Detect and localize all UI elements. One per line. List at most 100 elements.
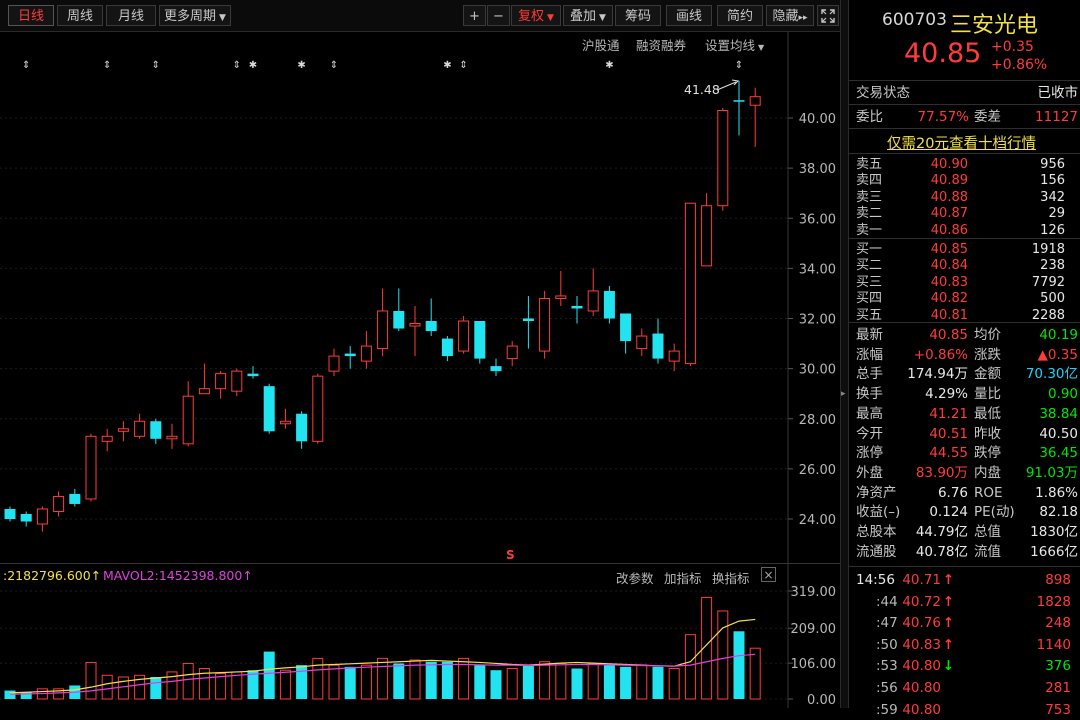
volume-bar-down [393, 663, 405, 699]
tick-time: :56 [876, 680, 898, 696]
up-arrow-icon: ↑ [942, 636, 954, 653]
volume-bar-up [117, 676, 129, 700]
candle-body-down [393, 310, 405, 329]
adjust-button[interactable]: 复权 ▼ [511, 5, 561, 26]
candle-body-up [117, 428, 129, 432]
divider [849, 80, 1080, 81]
tick-volume: 376 [1045, 658, 1071, 675]
tick-volume: 248 [1045, 615, 1071, 632]
switch-indicator-button[interactable]: 换指标 [712, 568, 750, 587]
tick-time: 14:56 [856, 572, 895, 588]
ask-level-label: 卖二 [856, 206, 883, 222]
stat-label: PE(动) [974, 504, 1015, 521]
level2-promo-link[interactable]: 仅需20元查看十档行情 [887, 132, 1036, 153]
volume-bar-up [539, 661, 551, 700]
tab-monthly[interactable]: 月线 [106, 5, 156, 26]
stat-value: 40.50 [1039, 425, 1078, 442]
tick-price: 40.83 [902, 636, 941, 653]
ask-level-label: 卖五 [856, 157, 883, 172]
candle-body-up [636, 335, 648, 350]
status-label: 交易状态 [856, 85, 910, 101]
stat-value: 40.85 [929, 327, 968, 343]
event-marker-icon: ✱ [443, 60, 451, 71]
simple-button[interactable]: 简约 [717, 5, 763, 26]
candlestick-chart[interactable]: 40.00 38.00 36.00 34.00 32.00 30.00 28.00 26.00… [0, 31, 840, 708]
double-chevron-right-icon: ▸▸ [798, 13, 808, 23]
add-indicator-button[interactable]: 加指标 [664, 568, 702, 587]
tick-time: :44 [876, 593, 898, 610]
tick-price: 40.80 [902, 680, 941, 696]
bid-row[interactable]: 买二 40.84 238 [849, 258, 1080, 274]
zoom-in-button[interactable]: + [463, 5, 486, 26]
ma-settings-button[interactable]: 设置均线 ▼ [705, 35, 764, 54]
ask-row[interactable]: 卖二 40.87 29 [849, 206, 1080, 222]
candle-body-down [733, 100, 745, 102]
bid-row[interactable]: 买四 40.82 500 [849, 291, 1080, 307]
tick-volume: 898 [1045, 572, 1071, 588]
candle-body-down [69, 493, 81, 504]
draw-button[interactable]: 画线 [666, 5, 712, 26]
ask-row[interactable]: 卖五 40.90 956 [849, 157, 1080, 173]
tick-row: :44 40.72 ↑ 1828 [849, 592, 1080, 612]
stat-label: 最高 [856, 405, 883, 422]
up-arrow-icon: ↑ [942, 615, 954, 632]
price-axis-label: 26.00 [799, 463, 836, 478]
volume-bar-down [150, 676, 162, 699]
candle-body-up [684, 202, 696, 365]
ask-row[interactable]: 卖一 40.86 126 [849, 223, 1080, 239]
stat-value: 40.19 [1039, 327, 1078, 343]
chips-button[interactable]: 筹码 [615, 5, 661, 26]
hide-button[interactable]: 隐藏▸▸ [766, 5, 814, 26]
candle-body-up [587, 290, 599, 312]
adjust-label: 复权 [518, 9, 545, 24]
event-marker-icon: ✱ [605, 60, 613, 71]
hsgt-link[interactable]: 沪股通 [582, 35, 620, 54]
tab-daily[interactable]: 日线 [8, 5, 54, 26]
tick-time: :59 [876, 701, 898, 718]
event-marker-icon: ⇕ [459, 60, 467, 71]
bid-price: 40.85 [930, 242, 968, 257]
candle-body-up [377, 310, 389, 350]
close-icon[interactable]: × [761, 567, 776, 582]
high-annotation-arrow-icon [716, 79, 740, 91]
tab-more-periods[interactable]: 更多周期 ▼ [159, 5, 231, 26]
ask-level-label: 卖四 [856, 173, 883, 189]
chart-toolbar: 日线 周线 月线 更多周期 ▼ + − 复权 ▼ 叠加 ▼ 筹码 画线 简约 隐藏▸▸ [0, 0, 840, 32]
collapse-arrow-icon[interactable]: ▸ [841, 387, 847, 401]
bid-row[interactable]: 买三 40.83 7792 [849, 275, 1080, 291]
tab-weekly[interactable]: 周线 [57, 5, 103, 26]
change-params-button[interactable]: 改参数 [616, 568, 654, 587]
price-axis-label: 28.00 [799, 413, 836, 428]
bid-level-label: 买二 [856, 258, 883, 274]
volume-bar-down [490, 670, 502, 699]
stock-code: 600703 [882, 10, 947, 30]
stat-label: 流值 [974, 543, 1001, 560]
stat-label: 外盘 [856, 464, 883, 481]
ask-price: 40.87 [930, 206, 968, 222]
zoom-out-button[interactable]: − [487, 5, 510, 26]
stat-value: 38.84 [1039, 405, 1078, 422]
candle-body-up [555, 295, 567, 299]
webi-row: 委比 77.57% 委差 11127 [849, 107, 1080, 127]
price-axis-label: 38.00 [799, 162, 836, 177]
ask-row[interactable]: 卖四 40.89 156 [849, 173, 1080, 189]
overlay-button[interactable]: 叠加 ▼ [563, 5, 613, 26]
down-arrow-icon: ↓ [942, 658, 954, 675]
candle-body-up [312, 375, 324, 442]
tick-row: :47 40.76 ↑ 248 [849, 613, 1080, 633]
ask-row[interactable]: 卖三 40.88 342 [849, 190, 1080, 206]
stat-label: 今开 [856, 425, 883, 442]
bid-volume: 1918 [1031, 242, 1065, 257]
fullscreen-button[interactable] [817, 5, 839, 26]
bid-row[interactable]: 买一 40.85 1918 [849, 242, 1080, 258]
stats-row: 外盘 83.90万 内盘 91.03万 [849, 463, 1080, 483]
stat-label: 总手 [856, 366, 883, 383]
stat-label: 总值 [974, 524, 1001, 540]
margin-trading-link[interactable]: 融资融券 [636, 35, 686, 54]
ask-level-label: 卖三 [856, 189, 883, 205]
volume-bar-down [296, 665, 308, 699]
volume-bar-down [571, 668, 583, 699]
stats-row: 流通股 40.78亿 流值 1666亿 [849, 542, 1080, 562]
stats-row: 涨停 44.55 跌停 36.45 [849, 443, 1080, 463]
bid-price: 40.83 [930, 274, 968, 290]
